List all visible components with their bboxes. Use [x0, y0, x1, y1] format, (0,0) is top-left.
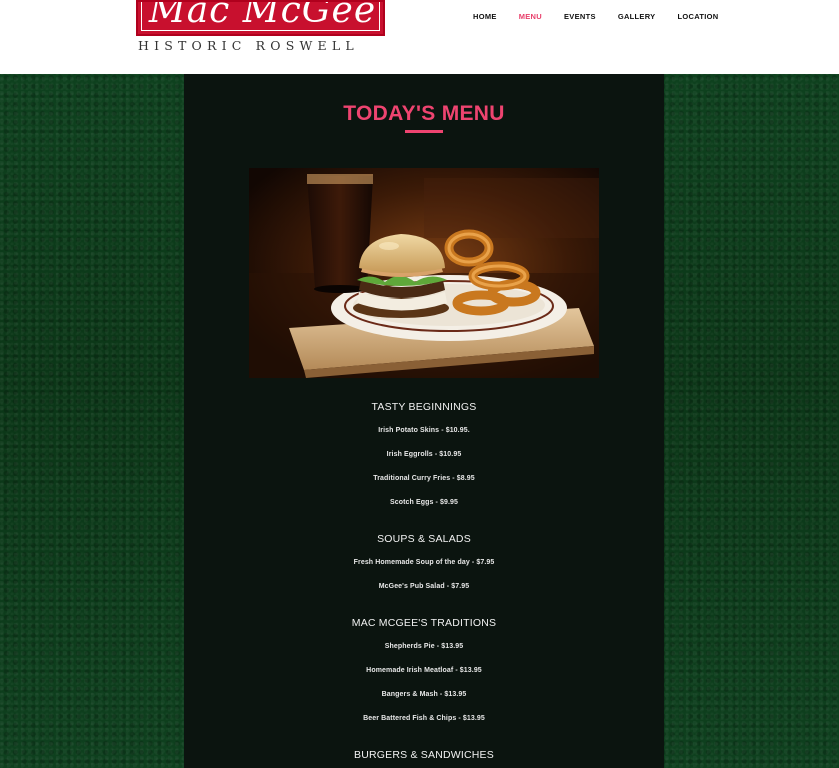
- page-title: TODAY'S MENU: [343, 102, 505, 125]
- menu-item: Scotch Eggs - $9.95: [389, 499, 459, 506]
- menu-item: Fresh Homemade Soup of the day - $7.95: [353, 559, 495, 566]
- burger-photo-illustration: [249, 168, 599, 378]
- site-logo[interactable]: Mac McGee HISTORIC ROSWELL: [136, 0, 386, 53]
- burger-photo: [249, 168, 599, 378]
- menu-item: Homemade Irish Meatloaf - $13.95: [366, 667, 482, 674]
- site-header: Mac McGee HISTORIC ROSWELL HOME MENU EVE…: [0, 0, 839, 74]
- menu-item: Bangers & Mash - $13.95: [381, 691, 467, 698]
- menu-item: Traditional Curry Fries - $8.95: [373, 475, 475, 482]
- nav-item-menu[interactable]: MENU: [519, 12, 542, 21]
- menu-item: Irish Potato Skins - $10.95.: [378, 427, 470, 434]
- nav-item-location[interactable]: LOCATION: [677, 12, 718, 21]
- menu-item: McGee's Pub Salad - $7.95: [378, 583, 470, 590]
- logo-name: Mac McGee: [148, 0, 377, 31]
- nav-item-events[interactable]: EVENTS: [564, 12, 596, 21]
- menu-item: Beer Battered Fish & Chips - $13.95: [363, 715, 485, 722]
- logo-badge: Mac McGee: [136, 0, 385, 36]
- menu-item: Irish Eggrolls - $10.95: [386, 451, 462, 458]
- nav-item-gallery[interactable]: GALLERY: [618, 12, 656, 21]
- title-underline: [405, 130, 443, 133]
- main-nav: HOME MENU EVENTS GALLERY LOCATION: [462, 12, 729, 21]
- section-heading-traditions: MAC MCGEE'S TRADITIONS: [351, 617, 497, 629]
- section-heading-tasty-beginnings: TASTY BEGINNINGS: [371, 401, 477, 413]
- section-heading-soups-salads: SOUPS & SALADS: [377, 533, 471, 545]
- menu-item: Shepherds Pie - $13.95: [384, 643, 464, 650]
- section-heading-burgers-sandwiches: BURGERS & SANDWICHES: [354, 749, 494, 761]
- menu-content-panel: TODAY'S MENU TASTY BEGINNINGS Irish Pota…: [184, 74, 664, 768]
- nav-item-home[interactable]: HOME: [473, 12, 497, 21]
- logo-subtitle: HISTORIC ROSWELL: [138, 38, 359, 53]
